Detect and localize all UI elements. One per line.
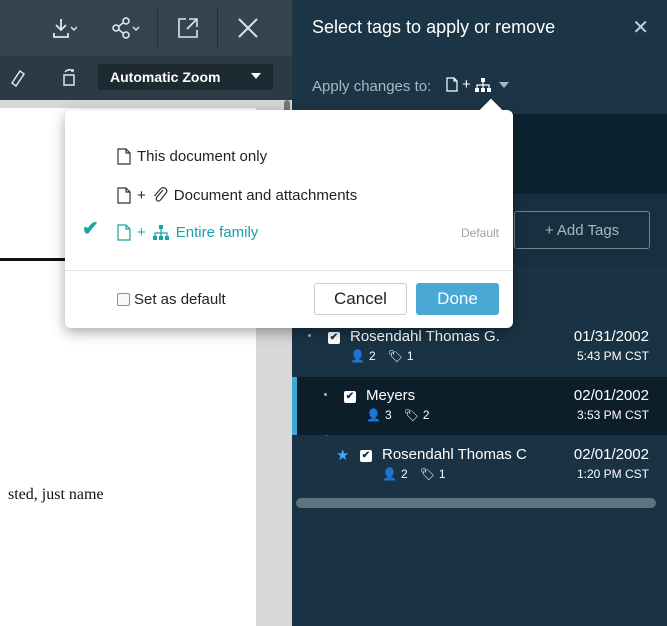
row-checkbox[interactable]: ✔: [360, 450, 372, 462]
document-date: 02/01/2002: [573, 446, 649, 463]
rotate-icon: [63, 68, 75, 86]
document-time: 5:43 PM CST: [576, 349, 649, 363]
checkmark-icon: ✔: [82, 218, 99, 240]
download-button[interactable]: [44, 12, 84, 44]
document-date: 01/31/2002: [573, 328, 649, 345]
family-tree-icon: [474, 77, 491, 92]
toolbar-divider: [157, 8, 158, 48]
viewer-toolbar: [0, 0, 292, 56]
tag-count: 2: [422, 408, 430, 422]
row-checkbox[interactable]: ✔: [344, 391, 356, 403]
close-viewer-button[interactable]: [228, 12, 268, 44]
option-entire-family[interactable]: + Entire family: [117, 224, 258, 241]
paperclip-icon: [153, 187, 168, 202]
chevron-down-icon: [251, 73, 261, 79]
document-name: Meyers: [366, 387, 416, 404]
share-button[interactable]: [106, 12, 146, 44]
set-as-default-checkbox[interactable]: Set as default: [117, 291, 226, 308]
tag-count: 1: [406, 349, 414, 363]
document-stats: 👤 2 🏷 1: [382, 467, 446, 481]
star-icon: ★: [336, 447, 350, 464]
option-document-and-attachments[interactable]: + Document and attachments: [117, 186, 357, 204]
checkbox-box[interactable]: [117, 293, 130, 306]
people-icon: 👤: [350, 349, 365, 363]
selected-row-marker: [292, 377, 297, 435]
panel-close-button[interactable]: ✕: [632, 15, 649, 40]
people-count: 2: [400, 467, 408, 481]
document-icon: [117, 224, 131, 241]
apply-scope-popup: This document only + Document and attach…: [65, 98, 513, 328]
plus-icon: +: [137, 186, 146, 204]
highlighter-icon: [10, 69, 26, 87]
document-text: sted, just name: [8, 486, 104, 503]
document-name: Rosendahl Thomas C: [382, 446, 527, 463]
chevron-down-icon: [498, 81, 509, 88]
tag-icon: 🏷: [419, 467, 435, 481]
cancel-button[interactable]: Cancel: [314, 283, 407, 315]
document-stats: 👤 2 🏷 1: [350, 349, 414, 363]
done-button[interactable]: Done: [416, 283, 499, 315]
list-item-selected[interactable]: ✔ Meyers 👤 3 🏷 2 02/01/2002 3:53 PM CST: [292, 377, 667, 435]
external-link-icon: [178, 18, 198, 38]
default-badge: Default: [460, 226, 499, 240]
document-icon: [446, 77, 458, 92]
zoom-value: Automatic Zoom: [110, 69, 221, 85]
document-stats: 👤 3 🏷 2: [366, 408, 430, 422]
people-icon: 👤: [382, 467, 397, 481]
tag-icon: 🏷: [387, 349, 403, 363]
option-label: This document only: [137, 148, 268, 165]
row-checkbox[interactable]: ✔: [328, 332, 340, 344]
set-as-default-label: Set as default: [134, 291, 226, 308]
plus-icon: +: [137, 224, 146, 241]
annotate-button[interactable]: [6, 64, 28, 90]
family-tree-icon: [152, 225, 169, 240]
tree-dot-icon: [308, 334, 311, 337]
share-icon: [112, 17, 140, 39]
document-date: 02/01/2002: [573, 387, 649, 404]
option-this-document[interactable]: This document only: [117, 148, 267, 165]
option-label: Document and attachments: [173, 186, 358, 204]
toolbar-divider: [217, 8, 218, 48]
plus-icon: +: [462, 76, 471, 93]
option-label: Entire family: [175, 224, 259, 241]
people-count: 3: [384, 408, 392, 422]
apply-scope-dropdown[interactable]: +: [446, 76, 509, 93]
popup-divider: [65, 270, 513, 271]
list-item[interactable]: ★ ✔ Rosendahl Thomas C 👤 2 🏷 1 02/01/200…: [292, 436, 667, 494]
document-icon: [117, 148, 131, 165]
tag-icon: 🏷: [403, 408, 419, 422]
zoom-select[interactable]: Automatic Zoom: [98, 64, 273, 90]
add-tags-button[interactable]: + Add Tags: [514, 211, 650, 249]
close-icon: [238, 18, 258, 38]
apply-changes-row: Apply changes to: +: [292, 58, 667, 114]
rotate-button[interactable]: [56, 64, 82, 90]
document-time: 1:20 PM CST: [576, 467, 649, 481]
people-count: 2: [368, 349, 376, 363]
open-external-button[interactable]: [168, 12, 208, 44]
document-time: 3:53 PM CST: [576, 408, 649, 422]
people-icon: 👤: [366, 408, 381, 422]
panel-header: Select tags to apply or remove ✕: [292, 0, 667, 58]
tag-count: 1: [438, 467, 446, 481]
document-icon: [117, 186, 131, 204]
apply-changes-label: Apply changes to:: [312, 78, 432, 95]
panel-title: Select tags to apply or remove: [312, 17, 556, 37]
tree-dot-icon: [324, 393, 327, 396]
horizontal-scrollbar[interactable]: [296, 498, 656, 508]
download-icon: [53, 19, 77, 38]
document-name: Rosendahl Thomas G.: [350, 328, 500, 345]
